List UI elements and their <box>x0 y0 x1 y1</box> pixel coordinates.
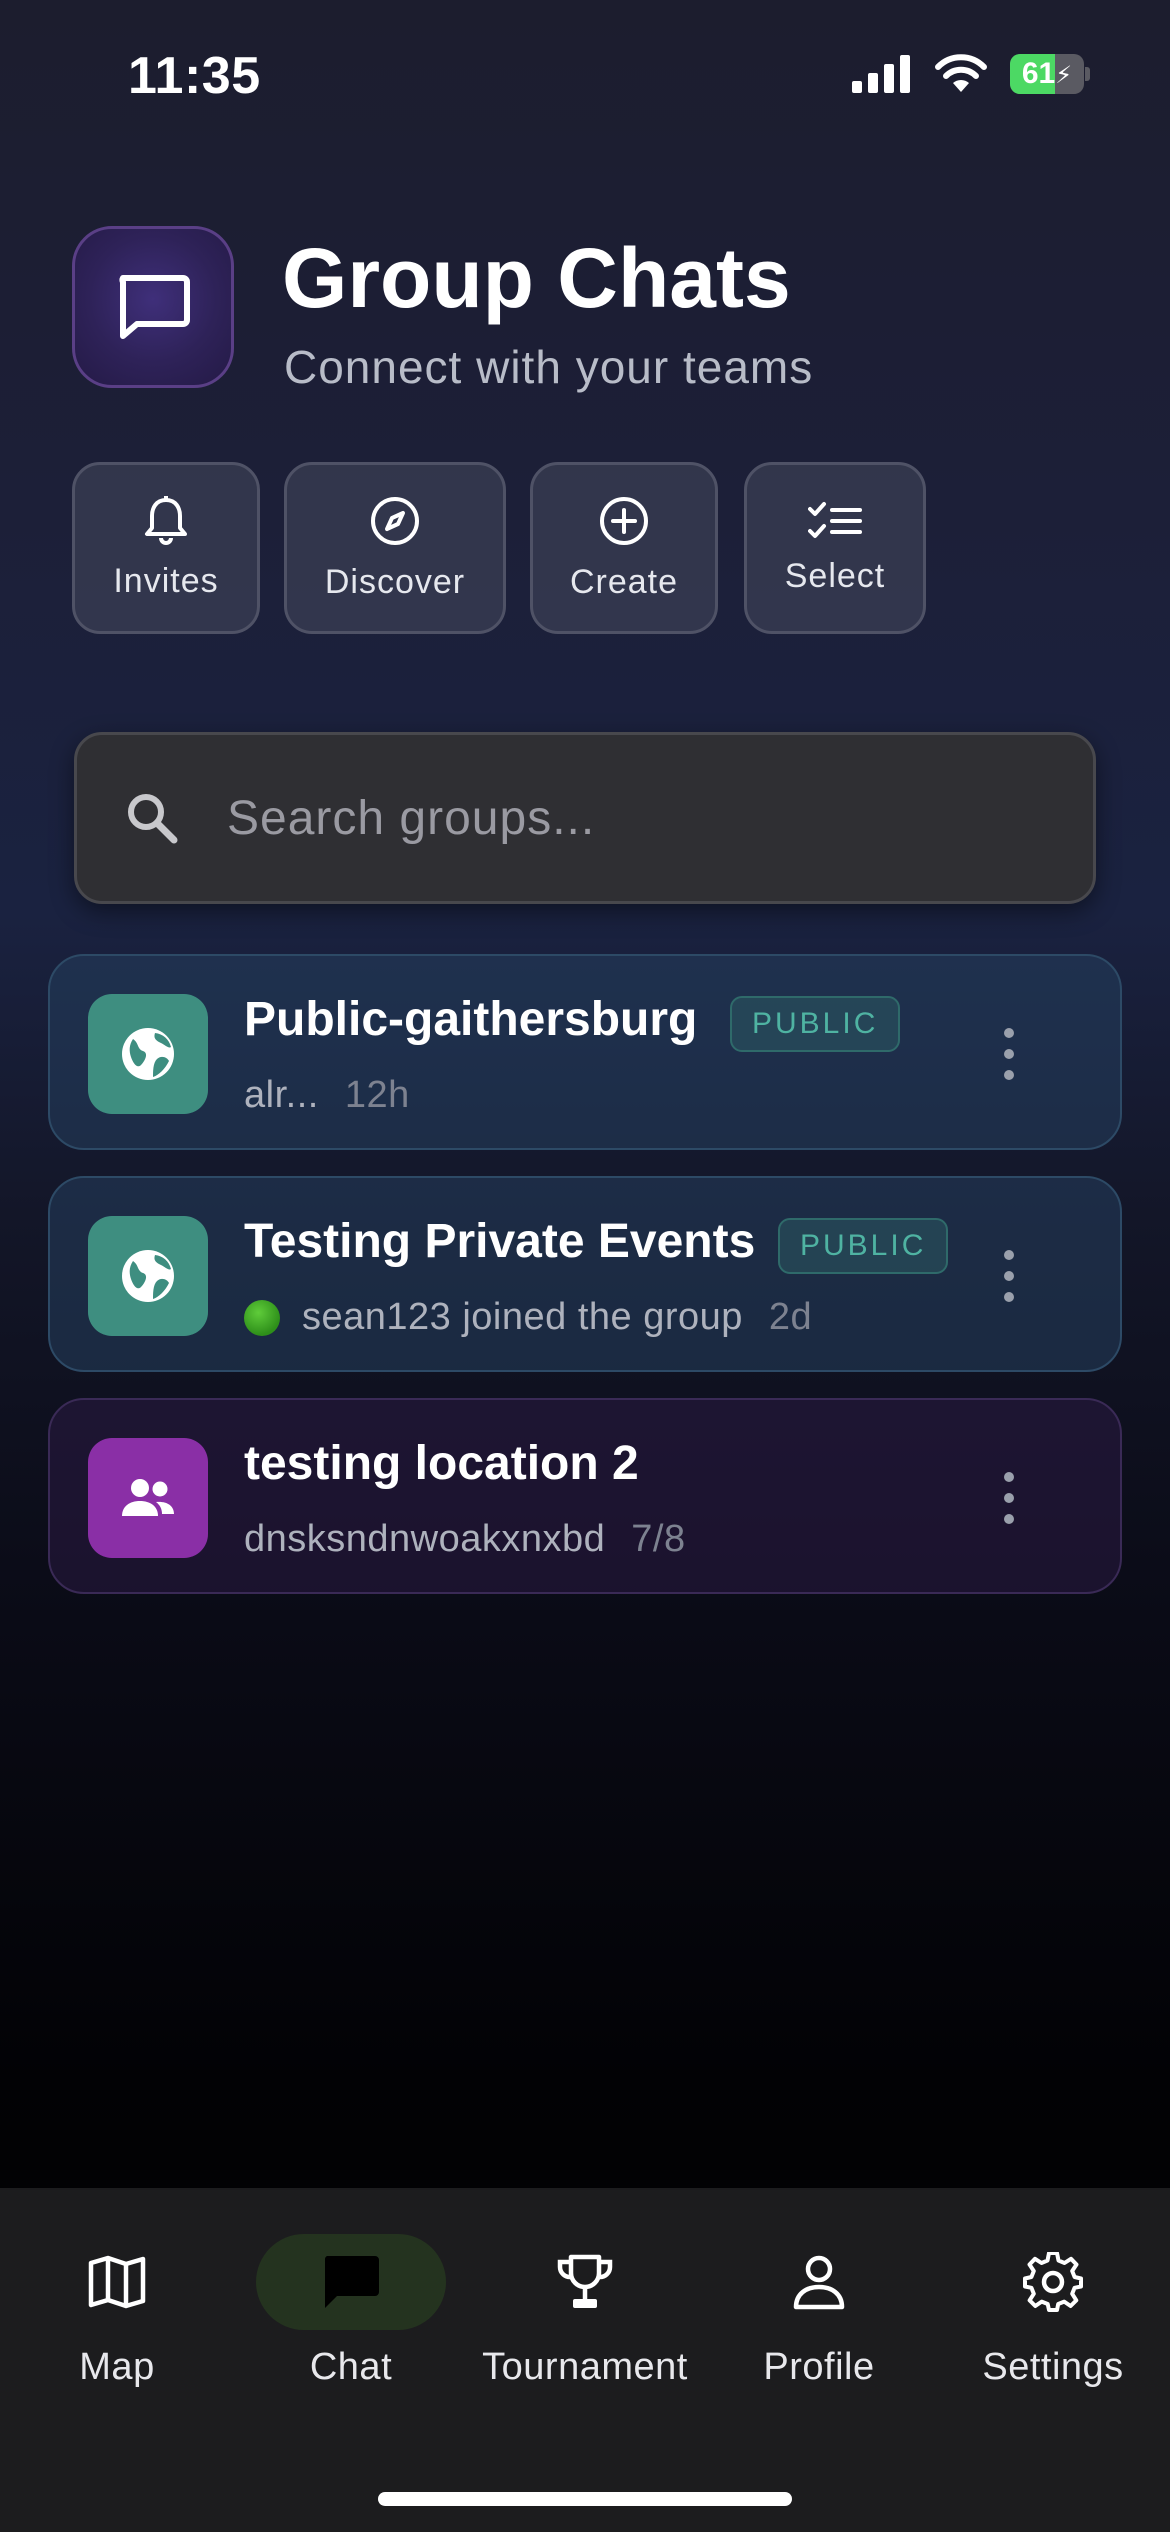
public-badge: PUBLIC <box>778 1218 949 1274</box>
group-card-testing-location-2[interactable]: testing location 2 dnsksndnwoakxnxbd 7/8 <box>48 1398 1122 1594</box>
public-badge: PUBLIC <box>730 996 901 1052</box>
last-message-text: alr... <box>244 1074 319 1116</box>
nav-label: Settings <box>982 2346 1124 2388</box>
compass-icon <box>371 496 419 545</box>
last-message: sean123 joined the group 2d <box>244 1296 812 1339</box>
chat-bubble-icon <box>72 226 234 388</box>
create-button[interactable]: Create <box>530 462 718 634</box>
battery-level: 61 <box>1021 57 1056 90</box>
nav-item-tournament[interactable]: Tournament <box>468 2234 702 2394</box>
last-message-text: dnsksndnwoakxnxbd <box>244 1518 606 1560</box>
group-card-public-gaithersburg[interactable]: Public-gaithersburg PUBLIC alr... 12h <box>48 954 1122 1150</box>
group-card-testing-private-events[interactable]: Testing Private Events PUBLIC sean123 jo… <box>48 1176 1122 1372</box>
discover-button[interactable]: Discover <box>284 462 506 634</box>
invites-label: Invites <box>113 561 219 600</box>
page-subtitle: Connect with your teams <box>284 341 814 393</box>
invites-button[interactable]: Invites <box>72 462 260 634</box>
gear-icon <box>1023 2252 1083 2312</box>
people-icon <box>88 1438 208 1558</box>
group-name: testing location 2 <box>244 1437 639 1490</box>
discover-label: Discover <box>324 562 466 601</box>
nav-active-indicator <box>256 2234 446 2330</box>
more-options-icon[interactable] <box>994 1250 1024 1302</box>
last-message-time: 12h <box>344 1074 410 1116</box>
nav-label: Map <box>79 2346 155 2388</box>
nav-item-profile[interactable]: Profile <box>702 2234 936 2394</box>
create-label: Create <box>569 562 679 601</box>
nav-item-settings[interactable]: Settings <box>936 2234 1170 2394</box>
battery-icon: 61⚡ <box>1010 54 1090 94</box>
nav-label: Profile <box>763 2346 875 2388</box>
cellular-signal-icon <box>852 55 910 93</box>
search-bar <box>74 732 1096 904</box>
status-time: 11:35 <box>128 47 261 105</box>
bell-icon <box>145 495 187 545</box>
last-message: dnsksndnwoakxnxbd 7/8 <box>244 1518 686 1561</box>
search-input[interactable] <box>227 790 1047 846</box>
nav-item-chat[interactable]: Chat <box>234 2234 468 2394</box>
online-status-icon <box>244 1299 280 1336</box>
nav-item-map[interactable]: Map <box>0 2234 234 2394</box>
group-name: Testing Private Events <box>244 1215 756 1268</box>
nav-label: Chat <box>309 2346 393 2388</box>
plus-circle-icon <box>600 496 648 545</box>
globe-icon <box>88 1216 208 1336</box>
search-icon <box>117 783 187 853</box>
last-message-time: 2d <box>768 1296 813 1338</box>
nav-label: Tournament <box>482 2346 688 2388</box>
page-title: Group Chats <box>282 231 791 325</box>
select-label: Select <box>784 556 886 595</box>
last-message: alr... 12h <box>244 1074 410 1117</box>
group-name: Public-gaithersburg <box>244 993 698 1046</box>
checklist-icon <box>808 501 862 538</box>
trophy-icon <box>557 2254 613 2308</box>
home-indicator <box>378 2492 792 2506</box>
chat-icon <box>324 2256 379 2308</box>
last-message-text: sean123 joined the group <box>302 1296 743 1338</box>
select-button[interactable]: Select <box>744 462 926 634</box>
wifi-icon <box>935 54 987 92</box>
person-icon <box>793 2255 845 2310</box>
last-message-time: 7/8 <box>631 1518 686 1560</box>
status-icons: 61⚡ <box>852 54 1090 94</box>
more-options-icon[interactable] <box>994 1028 1024 1080</box>
map-icon <box>88 2255 146 2309</box>
more-options-icon[interactable] <box>994 1472 1024 1524</box>
globe-icon <box>88 994 208 1114</box>
